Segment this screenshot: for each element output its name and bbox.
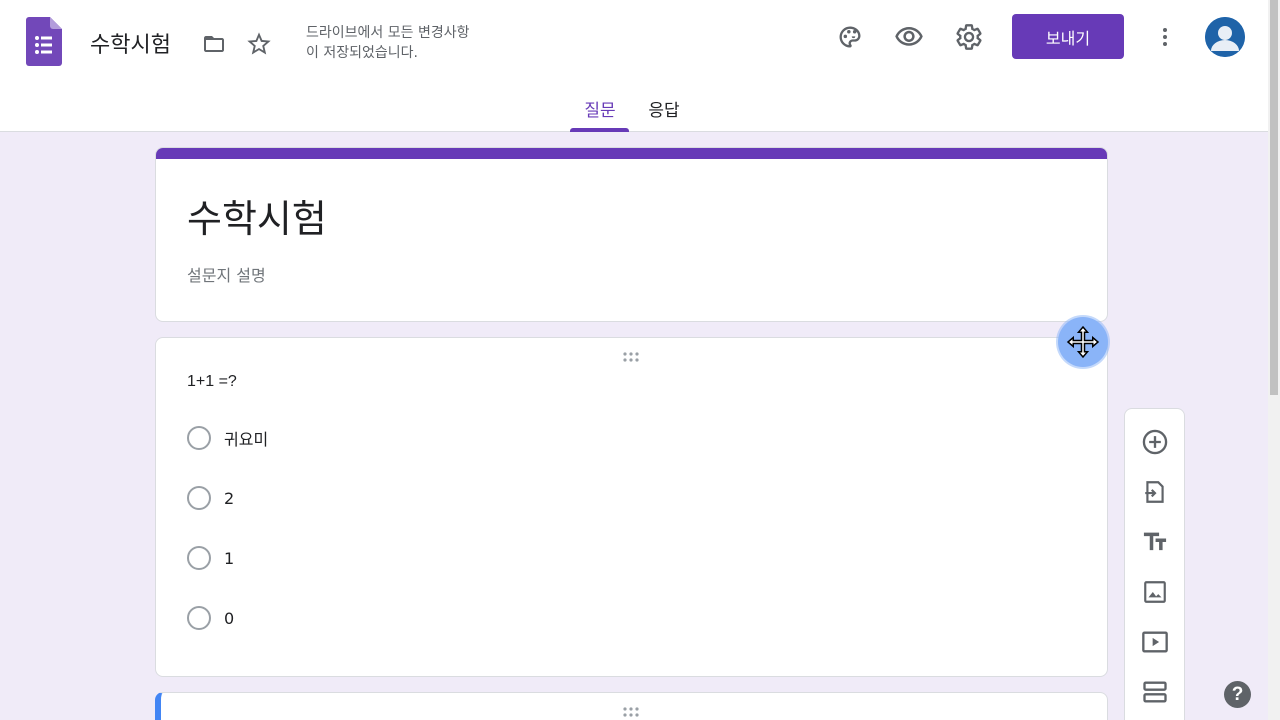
add-question-icon[interactable] (1140, 427, 1170, 457)
import-questions-icon[interactable] (1140, 477, 1170, 507)
question-title[interactable]: 1+1 =? (187, 373, 237, 391)
move-cursor-icon (1058, 317, 1108, 367)
question-card[interactable]: 1+1 =? 귀요미 2 1 0 (155, 337, 1108, 677)
option-item[interactable]: 귀요미 (187, 425, 268, 451)
option-label: 귀요미 (224, 430, 269, 449)
settings-gear-icon[interactable] (953, 21, 985, 53)
palette-icon[interactable] (834, 21, 866, 53)
option-label: 2 (224, 488, 235, 508)
preview-eye-icon[interactable] (893, 21, 925, 53)
folder-icon[interactable] (199, 31, 229, 57)
add-section-icon[interactable] (1140, 677, 1170, 707)
help-icon[interactable]: ? (1224, 681, 1251, 708)
tab-responses[interactable]: 응답 (642, 92, 686, 132)
send-button[interactable]: 보내기 (1012, 14, 1124, 59)
radio-button[interactable] (187, 426, 211, 450)
tab-questions[interactable]: 질문 (578, 92, 622, 132)
title-card-accent-bar (156, 148, 1107, 159)
option-label: 0 (224, 608, 235, 628)
tab-bar: 질문 응답 (0, 92, 1268, 132)
app-header: 수학시험 드라이브에서 모든 변경사항 이 저장되었습니다. 보내기 질문 응답 (0, 0, 1268, 132)
form-title[interactable]: 수학시험 (187, 188, 327, 243)
star-icon[interactable] (244, 29, 274, 59)
add-video-icon[interactable] (1140, 627, 1170, 657)
radio-button[interactable] (187, 606, 211, 630)
more-vert-icon[interactable] (1153, 23, 1177, 51)
option-label: 1 (224, 548, 235, 568)
next-question-card[interactable] (155, 692, 1108, 720)
side-toolbar (1124, 408, 1185, 720)
form-title-card[interactable]: 수학시험 설문지 설명 (155, 147, 1108, 322)
active-tab-indicator (570, 128, 629, 132)
radio-button[interactable] (187, 546, 211, 570)
option-item[interactable]: 1 (187, 545, 234, 571)
add-image-icon[interactable] (1140, 577, 1170, 607)
scrollbar-thumb[interactable] (1270, 0, 1278, 395)
drag-handle-icon[interactable] (623, 349, 643, 362)
save-status: 드라이브에서 모든 변경사항 이 저장되었습니다. (306, 25, 470, 61)
add-title-text-icon[interactable] (1140, 527, 1170, 557)
form-description-input[interactable]: 설문지 설명 (187, 262, 266, 286)
radio-button[interactable] (187, 486, 211, 510)
option-item[interactable]: 0 (187, 605, 234, 631)
google-forms-logo-icon[interactable] (26, 17, 62, 66)
drag-handle-icon[interactable] (623, 704, 643, 717)
document-title[interactable]: 수학시험 (90, 27, 171, 59)
option-item[interactable]: 2 (187, 485, 234, 511)
avatar[interactable] (1205, 17, 1245, 57)
